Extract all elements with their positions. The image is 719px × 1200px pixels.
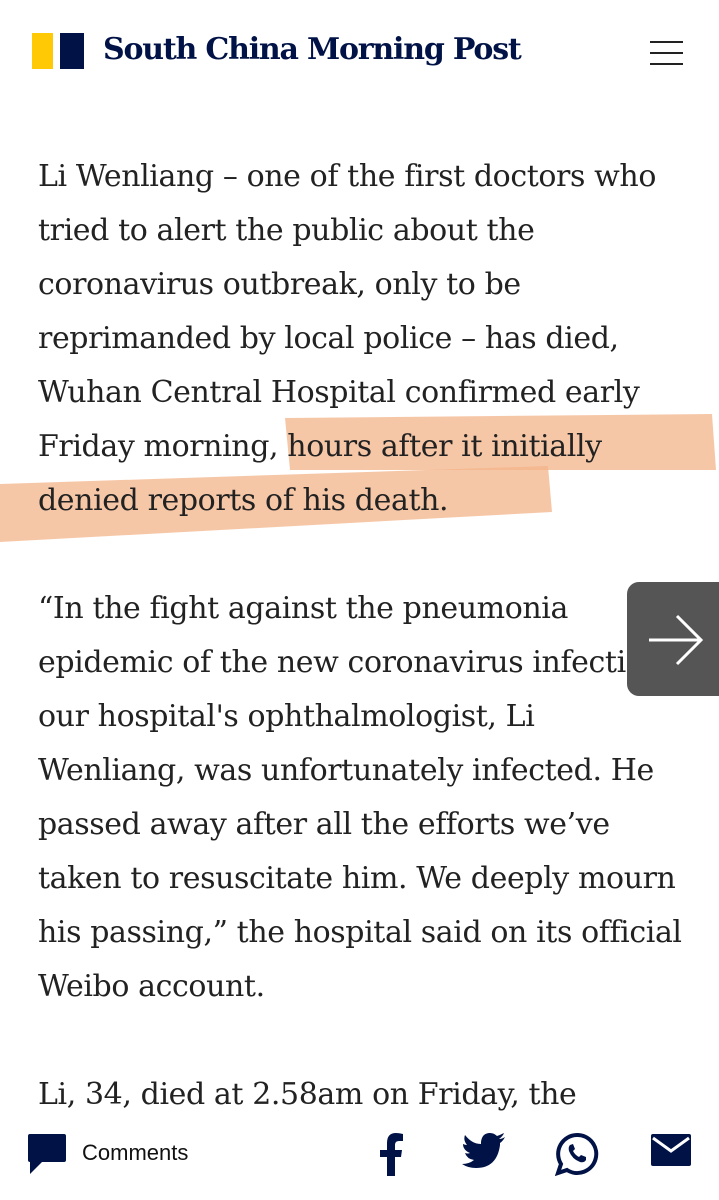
site-header: South China Morning Post: [0, 0, 719, 100]
site-logo-text[interactable]: South China Morning Post: [103, 30, 522, 70]
whatsapp-icon[interactable]: [555, 1132, 599, 1176]
hamburger-icon[interactable]: [648, 36, 688, 68]
logo-yellow-block: [32, 33, 53, 69]
speech-bubble-icon: [28, 1134, 66, 1174]
arrow-right-icon: [649, 614, 704, 666]
twitter-icon[interactable]: [462, 1132, 506, 1172]
article-paragraph: “In the fight against the pneumonia epid…: [38, 591, 682, 1004]
article-paragraph: Li, 34, died at 2.58am on Friday, the: [38, 1077, 577, 1112]
logo-navy-block: [60, 33, 84, 69]
article-body: Li Wenliang – one of the first doctors w…: [38, 150, 688, 1176]
facebook-icon[interactable]: [377, 1132, 405, 1176]
next-article-button[interactable]: [627, 582, 719, 696]
logo-mark[interactable]: [32, 33, 84, 69]
comments-label: Comments: [82, 1140, 189, 1165]
paragraph-text: Li Wenliang – one of the first doctors w…: [38, 159, 656, 464]
article-paragraph: Li Wenliang – one of the first doctors w…: [38, 150, 688, 528]
email-icon[interactable]: [651, 1132, 691, 1168]
bottom-share-bar: Comments: [0, 1118, 719, 1200]
